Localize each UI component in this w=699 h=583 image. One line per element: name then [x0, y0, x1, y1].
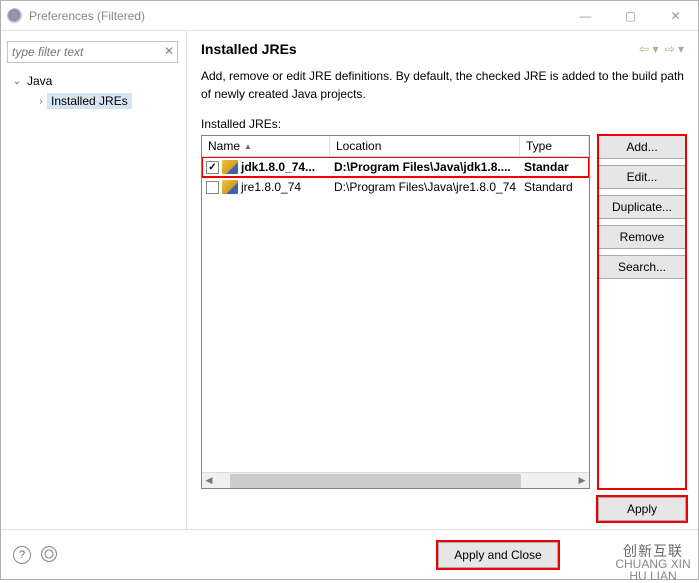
nav-tree: ⌄ Java › Installed JREs — [5, 71, 182, 111]
tree-label: Java — [23, 73, 56, 89]
table-row[interactable]: ✓ jdk1.8.0_74... D:\Program Files\Java\j… — [202, 157, 589, 177]
search-button[interactable]: Search... — [598, 255, 686, 279]
table-row[interactable]: jre1.8.0_74 D:\Program Files\Java\jre1.8… — [202, 177, 589, 197]
leaf-icon: › — [35, 96, 47, 107]
titlebar: Preferences (Filtered) — ▢ ✕ — [1, 1, 698, 31]
sidebar: ✕ ⌄ Java › Installed JREs — [1, 31, 187, 529]
edit-button[interactable]: Edit... — [598, 165, 686, 189]
table-header: Name▲ Location Type — [202, 136, 589, 157]
horizontal-scrollbar[interactable]: ◀ ▶ — [202, 472, 589, 488]
scroll-left-icon[interactable]: ◀ — [202, 475, 216, 486]
import-export-icon[interactable] — [41, 546, 57, 562]
tree-item-installed-jres[interactable]: › Installed JREs — [7, 91, 182, 111]
add-button[interactable]: Add... — [598, 135, 686, 159]
forward-icon[interactable]: ⇨ ▾ — [663, 41, 686, 57]
help-icon[interactable]: ? — [13, 546, 31, 564]
list-area: Name▲ Location Type ✓ jdk1.8.0_74... D:\… — [201, 135, 686, 489]
content-header: Installed JREs ⇦ ▾ ⇨ ▾ — [201, 41, 686, 57]
window-title: Preferences (Filtered) — [29, 9, 563, 23]
scroll-thumb[interactable] — [230, 474, 521, 488]
cell-name: ✓ jdk1.8.0_74... — [202, 160, 330, 174]
content-pane: Installed JREs ⇦ ▾ ⇨ ▾ Add, remove or ed… — [187, 31, 698, 529]
app-icon — [7, 8, 23, 24]
cell-location: D:\Program Files\Java\jre1.8.0_74 — [330, 180, 520, 194]
tree-item-java[interactable]: ⌄ Java — [7, 71, 182, 91]
filter-input[interactable] — [7, 41, 178, 63]
filter-wrap: ✕ — [7, 41, 178, 63]
list-label: Installed JREs: — [201, 117, 686, 131]
watermark: 创新互联 CHUANG XIN HU LIAN — [609, 548, 697, 578]
checkbox[interactable] — [206, 181, 219, 194]
button-column: Add... Edit... Duplicate... Remove Searc… — [598, 135, 686, 489]
window-buttons: — ▢ ✕ — [563, 1, 698, 31]
sort-asc-icon: ▲ — [244, 142, 252, 151]
maximize-button[interactable]: ▢ — [608, 1, 653, 31]
nav-history: ⇦ ▾ ⇨ ▾ — [637, 41, 686, 57]
jre-table: Name▲ Location Type ✓ jdk1.8.0_74... D:\… — [201, 135, 590, 489]
duplicate-button[interactable]: Duplicate... — [598, 195, 686, 219]
page-title: Installed JREs — [201, 41, 637, 57]
back-icon[interactable]: ⇦ ▾ — [637, 41, 660, 57]
expand-icon[interactable]: ⌄ — [11, 76, 23, 87]
apply-row: Apply — [201, 497, 686, 521]
column-name[interactable]: Name▲ — [202, 136, 330, 156]
page-description: Add, remove or edit JRE definitions. By … — [201, 67, 686, 103]
cell-type: Standar — [520, 160, 589, 174]
main-area: ✕ ⌄ Java › Installed JREs Installed JREs… — [1, 31, 698, 529]
cell-location: D:\Program Files\Java\jdk1.8.... — [330, 160, 520, 174]
column-type[interactable]: Type — [520, 136, 589, 156]
apply-button[interactable]: Apply — [598, 497, 686, 521]
footer-icons: ? — [13, 546, 57, 564]
minimize-button[interactable]: — — [563, 1, 608, 31]
column-location[interactable]: Location — [330, 136, 520, 156]
jre-icon — [222, 160, 238, 174]
clear-filter-icon[interactable]: ✕ — [164, 44, 174, 58]
scroll-right-icon[interactable]: ▶ — [575, 475, 589, 486]
jre-icon — [222, 180, 238, 194]
apply-and-close-button[interactable]: Apply and Close — [438, 542, 558, 568]
checkbox[interactable]: ✓ — [206, 161, 219, 174]
scroll-track[interactable] — [230, 474, 561, 488]
footer: ? Apply and Close Cancel 创新互联 CHUANG XIN… — [1, 529, 698, 579]
cell-type: Standard — [520, 180, 589, 194]
remove-button[interactable]: Remove — [598, 225, 686, 249]
cell-name: jre1.8.0_74 — [202, 180, 330, 194]
tree-label: Installed JREs — [47, 93, 132, 109]
close-button[interactable]: ✕ — [653, 1, 698, 31]
table-body: ✓ jdk1.8.0_74... D:\Program Files\Java\j… — [202, 157, 589, 472]
